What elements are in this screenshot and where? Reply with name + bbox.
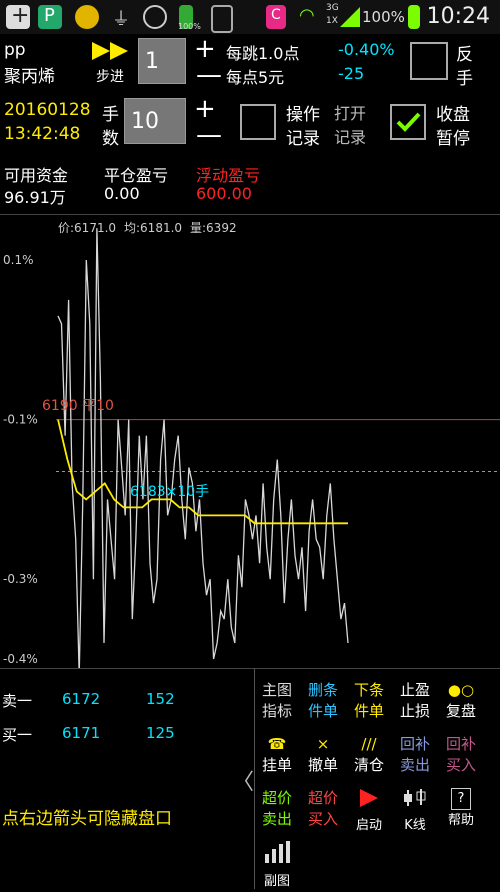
smiley-icon — [143, 5, 167, 29]
close-pause-label-1: 收盘 — [436, 105, 470, 125]
cross-icon: × — [316, 735, 330, 753]
candlestick-icon — [404, 789, 426, 806]
close-pl-value: 0.00 — [104, 184, 140, 203]
checkmark-icon — [396, 112, 421, 132]
help-button[interactable]: ? 帮助 — [436, 788, 486, 831]
y-tick-label: -0.1% — [3, 413, 38, 427]
ask-volume: 152 — [146, 690, 175, 708]
app-p-icon[interactable]: P — [38, 5, 62, 29]
step-value-input[interactable]: 1 — [138, 38, 186, 84]
super-sell-button[interactable]: 超价 卖出 — [252, 788, 302, 830]
wifi-icon: ◠ — [299, 5, 315, 26]
op-log-label-2: 记录 — [286, 129, 320, 149]
op-log-label-1: 操作 — [286, 105, 320, 125]
reverse-label-2: 手 — [456, 69, 473, 89]
battery-icon — [408, 5, 420, 29]
change-value: -25 — [338, 64, 365, 83]
change-percent: -0.40% — [338, 40, 395, 59]
step-label: 步进 — [96, 69, 124, 85]
ticker-name: 聚丙烯 — [4, 67, 55, 87]
phone-icon — [211, 5, 233, 33]
start-button[interactable]: 启动 — [344, 788, 394, 836]
phone-receiver-icon: ☎ — [267, 735, 287, 753]
op-log-checkbox[interactable] — [240, 104, 276, 140]
signal-3g-label: 3G — [326, 3, 339, 13]
take-profit-stop-loss-button[interactable]: 止盈 止损 — [390, 680, 440, 722]
battery-text: 100% — [362, 8, 405, 26]
step-minus-button[interactable]: — — [196, 60, 222, 90]
chart-canvas: 0.1% -0.1% -0.3% -0.4% — [3, 228, 500, 668]
avail-funds-label: 可用资金 — [4, 166, 69, 185]
y-tick-label: -0.4% — [3, 652, 38, 666]
sub-chart-button[interactable]: 副图 — [252, 840, 302, 892]
avg-line-label: 6183×10手 — [130, 484, 210, 500]
cancel-order-button[interactable]: × 撤单 — [298, 734, 348, 776]
kline-button[interactable]: K线 — [390, 788, 440, 836]
close-pause-label-2: 暂停 — [436, 129, 470, 149]
lots-input[interactable]: 10 — [124, 98, 186, 144]
lots-label-2: 数 — [102, 129, 119, 149]
close-pause-checkbox[interactable] — [390, 104, 426, 140]
c-app-icon: C — [266, 5, 286, 29]
lots-minus-button[interactable]: — — [196, 120, 222, 150]
float-pl-label: 浮动盈亏 — [196, 166, 261, 185]
gamepad-icon[interactable] — [75, 5, 99, 29]
add-icon[interactable]: + — [6, 3, 30, 29]
time-text: 13:42:48 — [4, 124, 81, 144]
intraday-chart[interactable]: 价:6171.0 均:6181.0 量:6392 0.1% -0.1% -0.3% -… — [0, 215, 500, 669]
ticker-code: pp — [4, 40, 26, 60]
per-point-text: 每点5元 — [226, 68, 285, 87]
super-buy-button[interactable]: 超价 买入 — [298, 788, 348, 830]
place-conditional-button[interactable]: 下条 件单 — [344, 680, 394, 722]
y-tick-label: -0.3% — [3, 572, 38, 586]
step-arrow-icon[interactable] — [92, 40, 132, 66]
dots-icon: ●○ — [447, 681, 475, 699]
date-text: 20160128 — [4, 100, 91, 120]
bottom-panel: 卖一 6172 152 买一 6171 125 点右边箭头可隐藏盘口 〈 主图指… — [0, 668, 500, 889]
hang-order-button[interactable]: ☎ 挂单 — [252, 734, 302, 776]
chevron-left-icon[interactable]: 〈 — [232, 764, 254, 796]
status-bar: + P ⏚ 100% C ◠ 3G 1X 100% 10:24 — [0, 0, 500, 34]
trade-panel: pp 聚丙烯 步进 1 + — 每跳1.0点 每点5元 -0.40% -25 反… — [0, 34, 500, 215]
reverse-label-1: 反 — [456, 45, 473, 65]
close-pl-label: 平仓盈亏 — [104, 166, 169, 185]
battery-small-text: 100% — [178, 22, 201, 31]
ask-price: 6172 — [62, 690, 101, 708]
per-tick-text: 每跳1.0点 — [226, 44, 300, 63]
slashes-icon: /// — [361, 735, 377, 753]
reverse-checkbox[interactable] — [410, 42, 448, 80]
float-pl-value: 600.00 — [196, 184, 252, 203]
open-line-label: 6190 平10 — [42, 398, 114, 414]
bar-chart-icon — [265, 841, 290, 863]
signal-1x-label: 1X — [326, 16, 338, 26]
clear-position-button[interactable]: ///清仓 — [344, 734, 394, 776]
rebuy-buy-button[interactable]: 回补 买入 — [436, 734, 486, 776]
signal-icon — [340, 5, 360, 29]
main-indicator-button[interactable]: 主图 指标 — [252, 680, 302, 722]
replay-button[interactable]: ●○ 复盘 — [436, 680, 486, 722]
hide-quote-tip: 点右边箭头可隐藏盘口 — [2, 809, 172, 829]
lots-label-1: 手 — [102, 105, 119, 125]
delete-conditional-button[interactable]: 删条 件单 — [298, 680, 348, 722]
usb-icon: ⏚ — [112, 9, 130, 30]
open-log-label-2[interactable]: 记录 — [334, 124, 366, 148]
price-series-line — [57, 228, 349, 668]
clock: 10:24 — [426, 4, 490, 29]
help-icon: ? — [451, 788, 471, 810]
open-log-label-1[interactable]: 打开 — [334, 100, 366, 124]
bid-price: 6171 — [62, 724, 101, 742]
rebuy-sell-button[interactable]: 回补 卖出 — [390, 734, 440, 776]
bid-volume: 125 — [146, 724, 175, 742]
bid-label: 买一 — [2, 726, 33, 744]
ask-label: 卖一 — [2, 692, 33, 710]
avail-funds-value: 96.91万 — [4, 188, 66, 207]
play-icon — [360, 789, 378, 807]
y-tick-label: 0.1% — [3, 253, 34, 267]
